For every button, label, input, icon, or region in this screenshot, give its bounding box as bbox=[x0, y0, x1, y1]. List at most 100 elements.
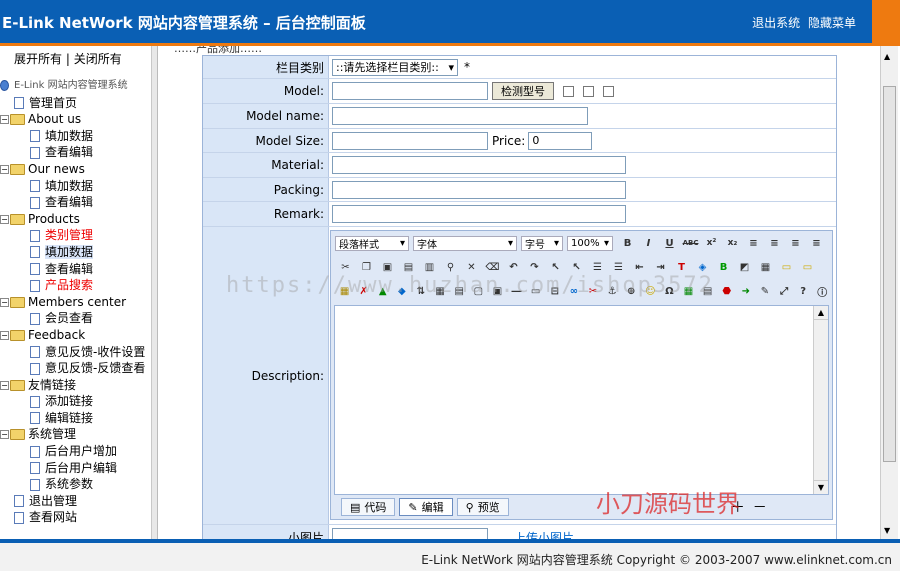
sidebar-folder-members[interactable]: − Members center bbox=[0, 294, 151, 311]
check-model-button[interactable]: 检测型号 bbox=[492, 82, 554, 100]
paragraph-style-select[interactable]: 段落样式 ▾ bbox=[335, 235, 409, 251]
sidebar-item-products-add[interactable]: 填加数据 bbox=[0, 244, 151, 261]
small-image-input[interactable] bbox=[332, 528, 488, 539]
unlink-icon[interactable]: ✂ bbox=[586, 284, 599, 298]
sidebar-folder-system[interactable]: − 系统管理 bbox=[0, 426, 151, 443]
sidebar-item-products-edit[interactable]: 查看编辑 bbox=[0, 261, 151, 278]
bold-icon[interactable]: B bbox=[620, 236, 635, 250]
material-input[interactable] bbox=[332, 156, 626, 174]
sidebar-item-system-params[interactable]: 系统参数 bbox=[0, 476, 151, 493]
tab-preview[interactable]: ⚲ 预览 bbox=[456, 498, 509, 516]
strikethrough-icon[interactable]: ABC bbox=[683, 236, 699, 250]
collapse-icon[interactable]: − bbox=[0, 164, 9, 174]
model-input[interactable] bbox=[332, 82, 488, 100]
sidebar-item-logout[interactable]: 退出管理 bbox=[0, 493, 151, 510]
border-icon[interactable]: ▦ bbox=[758, 260, 773, 274]
highlight-icon[interactable]: ◩ bbox=[737, 260, 752, 274]
editor-content-area[interactable]: ▲ ▼ bbox=[334, 305, 829, 495]
sidebar-folder-about[interactable]: − About us bbox=[0, 111, 151, 128]
flash-icon[interactable]: ✗ bbox=[357, 284, 370, 298]
excel-icon[interactable]: ▦ bbox=[682, 284, 695, 298]
text-color-icon[interactable]: T bbox=[674, 260, 689, 274]
font-color-icon[interactable]: B bbox=[716, 260, 731, 274]
collapse-all-link[interactable]: 关闭所有 bbox=[74, 52, 122, 66]
note-icon[interactable]: ▭ bbox=[800, 260, 815, 274]
table-icon[interactable]: ▦ bbox=[434, 284, 447, 298]
category-select[interactable]: ::请先选择栏目类别:: ▾ bbox=[332, 58, 458, 76]
iframe-icon[interactable]: ▣ bbox=[491, 284, 504, 298]
sidebar-folder-feedback[interactable]: − Feedback bbox=[0, 327, 151, 344]
remote-upload-icon[interactable]: ⇅ bbox=[414, 284, 427, 298]
hr-icon[interactable]: ― bbox=[510, 284, 523, 298]
collapse-icon[interactable]: − bbox=[0, 380, 9, 390]
shrink-editor-icon[interactable]: － bbox=[753, 497, 767, 517]
align-center-icon[interactable]: ≡ bbox=[767, 236, 782, 250]
sidebar-item-feedback-view[interactable]: 意见反馈-反馈查看 bbox=[0, 360, 151, 377]
save-icon[interactable]: ▤ bbox=[701, 284, 714, 298]
underline-icon[interactable]: U bbox=[662, 236, 677, 250]
map-icon[interactable]: ⊕ bbox=[625, 284, 638, 298]
page-scrollbar[interactable]: ▲ ▼ bbox=[880, 46, 898, 539]
price-input[interactable]: 0 bbox=[528, 131, 593, 150]
sidebar-item-user-edit[interactable]: 后台用户编辑 bbox=[0, 460, 151, 477]
export-icon[interactable]: ➜ bbox=[739, 284, 752, 298]
collapse-icon[interactable]: − bbox=[0, 115, 9, 125]
remark-input[interactable] bbox=[332, 205, 626, 223]
sidebar-folder-links[interactable]: − 友情链接 bbox=[0, 377, 151, 394]
model-name-input[interactable] bbox=[332, 107, 588, 125]
subscript-icon[interactable]: x₂ bbox=[725, 236, 740, 250]
indent-icon[interactable]: ⇥ bbox=[653, 260, 668, 274]
zoom-select[interactable]: 100% ▾ bbox=[567, 235, 613, 251]
sidebar-item-about-add[interactable]: 填加数据 bbox=[0, 128, 151, 145]
tab-code[interactable]: ▤ 代码 bbox=[341, 498, 396, 516]
sidebar-item-user-add[interactable]: 后台用户增加 bbox=[0, 443, 151, 460]
file-icon[interactable]: ◆ bbox=[395, 284, 408, 298]
sidebar-item-view-site[interactable]: 查看网站 bbox=[0, 509, 151, 526]
unordered-list-icon[interactable]: ☰ bbox=[611, 260, 626, 274]
select-all-icon[interactable]: ↖ bbox=[548, 260, 563, 274]
packing-input[interactable] bbox=[332, 180, 626, 199]
upload-small-image-link[interactable]: 上传小图片 bbox=[514, 529, 574, 540]
copy-icon[interactable]: ❐ bbox=[359, 260, 374, 274]
sidebar-item-about-edit[interactable]: 查看编辑 bbox=[0, 144, 151, 161]
maximize-icon[interactable]: ⤢ bbox=[778, 284, 791, 298]
bg-color-icon[interactable]: ◈ bbox=[695, 260, 710, 274]
redo-icon[interactable]: ↷ bbox=[527, 260, 542, 274]
page-break-icon[interactable]: ⊟ bbox=[548, 284, 561, 298]
collapse-icon[interactable]: − bbox=[0, 297, 9, 307]
editor-scrollbar[interactable]: ▲ ▼ bbox=[813, 306, 828, 494]
comment-icon[interactable]: ▭ bbox=[779, 260, 794, 274]
option-checkbox-2[interactable] bbox=[583, 85, 594, 97]
symbol-icon[interactable]: Ω bbox=[663, 284, 676, 298]
image-icon[interactable]: ▦ bbox=[338, 284, 351, 298]
help-icon[interactable]: ? bbox=[797, 284, 810, 298]
sidebar-item-news-edit[interactable]: 查看编辑 bbox=[0, 194, 151, 211]
undo-icon[interactable]: ↶ bbox=[506, 260, 521, 274]
eraser-icon[interactable]: ⌫ bbox=[485, 260, 500, 274]
paste-icon[interactable]: ▣ bbox=[380, 260, 395, 274]
cut-icon[interactable]: ✂ bbox=[338, 260, 353, 274]
scroll-down-icon[interactable]: ▼ bbox=[884, 526, 890, 535]
paste-word-icon[interactable]: ▥ bbox=[422, 260, 437, 274]
stop-icon[interactable]: ⬣ bbox=[720, 284, 733, 298]
scrollbar-thumb[interactable] bbox=[883, 86, 896, 462]
sidebar-item-home[interactable]: 管理首页 bbox=[0, 95, 151, 112]
outdent-icon[interactable]: ⇤ bbox=[632, 260, 647, 274]
media-icon[interactable]: ▲ bbox=[376, 284, 389, 298]
logout-link[interactable]: 退出系统 bbox=[752, 16, 800, 30]
sidebar-item-product-search[interactable]: 产品搜索 bbox=[0, 277, 151, 294]
spell-icon[interactable]: ✎ bbox=[758, 284, 771, 298]
sidebar-folder-products[interactable]: − Products bbox=[0, 211, 151, 228]
scroll-down-icon[interactable]: ▼ bbox=[814, 480, 828, 494]
link-icon[interactable]: ∞ bbox=[567, 284, 580, 298]
italic-icon[interactable]: I bbox=[641, 236, 656, 250]
option-checkbox-1[interactable] bbox=[563, 85, 574, 97]
marquee-icon[interactable]: ▭ bbox=[529, 284, 542, 298]
sidebar-folder-news[interactable]: − Our news bbox=[0, 161, 151, 178]
option-checkbox-3[interactable] bbox=[603, 85, 614, 97]
sidebar-item-feedback-settings[interactable]: 意见反馈-收件设置 bbox=[0, 344, 151, 361]
form-icon[interactable]: ▤ bbox=[453, 284, 466, 298]
hide-menu-link[interactable]: 隐藏菜单 bbox=[808, 16, 856, 30]
scroll-up-icon[interactable]: ▲ bbox=[884, 52, 890, 61]
collapse-icon[interactable]: − bbox=[0, 430, 9, 440]
